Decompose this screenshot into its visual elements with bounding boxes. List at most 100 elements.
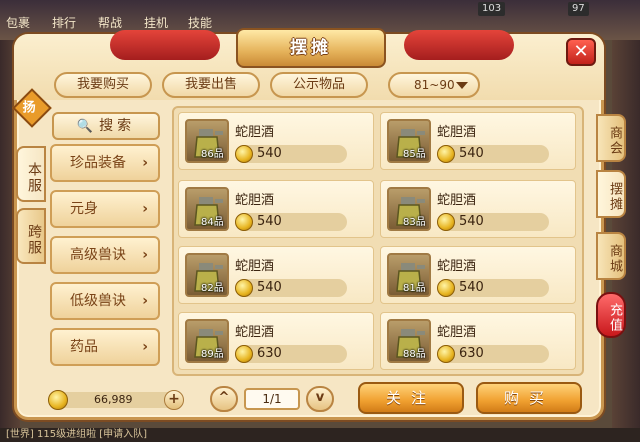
item-price-value: 540	[257, 280, 282, 295]
item-card[interactable]: 88品 蛇胆酒 630	[380, 312, 576, 370]
item-name: 蛇胆酒	[235, 193, 275, 208]
item-price-value: 540	[459, 146, 484, 161]
money-value: 66,989	[94, 393, 133, 406]
hud-tab[interactable]: 挂机	[144, 14, 168, 31]
wine-bottle-icon: 82品	[185, 253, 229, 297]
money-display: 66,989	[48, 390, 178, 410]
wine-bottle-icon: 89品	[185, 319, 229, 363]
add-money-button[interactable]: +	[164, 390, 184, 410]
close-button[interactable]: ✕	[566, 38, 596, 66]
item-card[interactable]: 89品 蛇胆酒 630	[178, 312, 374, 370]
gold-coin-icon	[437, 279, 455, 297]
gold-coin-icon	[235, 145, 253, 163]
item-price: 540	[437, 213, 549, 231]
chat-strip[interactable]: [世界] 115级进组啦 [申请入队]	[0, 428, 640, 442]
item-price-value: 630	[257, 346, 282, 361]
category-label: 低级兽诀	[70, 293, 126, 309]
category-label: 药品	[70, 339, 98, 355]
tab-public-items[interactable]: 公示物品	[270, 72, 368, 98]
item-card[interactable]: 82品 蛇胆酒 540	[178, 246, 374, 304]
item-grade: 89品	[201, 349, 224, 360]
wine-bottle-icon: 83品	[387, 187, 431, 231]
wine-bottle-icon: 88品	[387, 319, 431, 363]
chevron-right-icon: ›	[142, 339, 148, 355]
wine-bottle-icon: 81品	[387, 253, 431, 297]
tab-stall[interactable]: 摆摊	[596, 170, 626, 218]
item-price-value: 540	[257, 146, 282, 161]
trade-badge-label: 扬	[22, 100, 36, 116]
category-item[interactable]: 高级兽诀 ›	[50, 236, 160, 274]
tab-shop[interactable]: 商城	[596, 232, 626, 280]
category-item[interactable]: 珍品装备 ›	[50, 144, 160, 182]
item-price-value: 630	[459, 346, 484, 361]
level-range-value: 81~90	[414, 78, 455, 92]
item-grade: 81品	[403, 283, 426, 294]
item-name: 蛇胆酒	[235, 259, 275, 274]
category-label: 元身	[70, 201, 98, 217]
item-grade: 83品	[403, 217, 426, 228]
category-item[interactable]: 元身 ›	[50, 190, 160, 228]
tab-chamber-of-commerce[interactable]: 商会	[596, 114, 626, 162]
hud-counter: 103	[478, 2, 506, 16]
item-price: 540	[437, 279, 549, 297]
chevron-down-icon: v	[315, 390, 325, 405]
item-grade: 82品	[201, 283, 224, 294]
tab-buy[interactable]: 我要购买	[54, 72, 152, 98]
item-card[interactable]: 84品 蛇胆酒 540	[178, 180, 374, 238]
wine-bottle-icon: 84品	[185, 187, 229, 231]
item-price: 540	[235, 145, 347, 163]
search-icon: 🔍	[76, 119, 94, 134]
ribbon-decoration-left	[110, 30, 220, 60]
buy-button[interactable]: 购买	[476, 382, 582, 414]
tab-sell[interactable]: 我要出售	[162, 72, 260, 98]
prev-page-button[interactable]: ^	[210, 386, 238, 412]
search-label: 搜索	[99, 118, 136, 134]
hud-tab[interactable]: 排行	[52, 14, 76, 31]
tab-cross-server[interactable]: 跨服	[16, 208, 46, 264]
item-price: 540	[437, 145, 549, 163]
item-name: 蛇胆酒	[437, 125, 477, 140]
item-grade: 86品	[201, 149, 224, 160]
plus-icon: +	[168, 391, 180, 407]
item-card[interactable]: 86品 蛇胆酒 540	[178, 112, 374, 170]
tab-local-server[interactable]: 本服	[16, 146, 46, 202]
hud-tab[interactable]: 帮战	[98, 14, 122, 31]
item-card[interactable]: 85品 蛇胆酒 540	[380, 112, 576, 170]
wine-bottle-icon: 85品	[387, 119, 431, 163]
category-label: 高级兽诀	[70, 247, 126, 263]
wine-bottle-icon: 86品	[185, 119, 229, 163]
tab-recharge[interactable]: 充值	[596, 292, 626, 338]
item-card[interactable]: 81品 蛇胆酒 540	[380, 246, 576, 304]
item-price: 540	[235, 213, 347, 231]
item-name: 蛇胆酒	[437, 259, 477, 274]
chevron-right-icon: ›	[142, 293, 148, 309]
item-grade: 84品	[201, 217, 224, 228]
chevron-right-icon: ›	[142, 247, 148, 263]
gold-coin-icon	[235, 213, 253, 231]
chevron-up-icon: ^	[218, 390, 230, 405]
hud-tab[interactable]: 技能	[188, 14, 212, 31]
follow-button[interactable]: 关注	[358, 382, 464, 414]
chevron-right-icon: ›	[142, 201, 148, 217]
next-page-button[interactable]: v	[306, 386, 334, 412]
item-price-value: 540	[459, 280, 484, 295]
item-price-value: 540	[257, 214, 282, 229]
hud-tab[interactable]: 包裹	[6, 14, 30, 31]
gold-coin-icon	[48, 390, 68, 410]
gold-coin-icon	[437, 145, 455, 163]
item-grade: 88品	[403, 349, 426, 360]
item-name: 蛇胆酒	[437, 325, 477, 340]
level-range-select[interactable]: 81~90	[388, 72, 480, 98]
category-item[interactable]: 低级兽诀 ›	[50, 282, 160, 320]
category-item[interactable]: 药品 ›	[50, 328, 160, 366]
item-card[interactable]: 83品 蛇胆酒 540	[380, 180, 576, 238]
item-price: 540	[235, 279, 347, 297]
chevron-right-icon: ›	[142, 155, 148, 171]
search-button[interactable]: 🔍 搜索	[52, 112, 160, 140]
close-icon: ✕	[573, 41, 589, 62]
item-name: 蛇胆酒	[235, 325, 275, 340]
item-name: 蛇胆酒	[235, 125, 275, 140]
item-grade: 85品	[403, 149, 426, 160]
page-indicator: 1/1	[244, 388, 300, 410]
category-list: 珍品装备 › 元身 › 高级兽诀 › 低级兽诀 › 药品 ›	[50, 144, 164, 376]
